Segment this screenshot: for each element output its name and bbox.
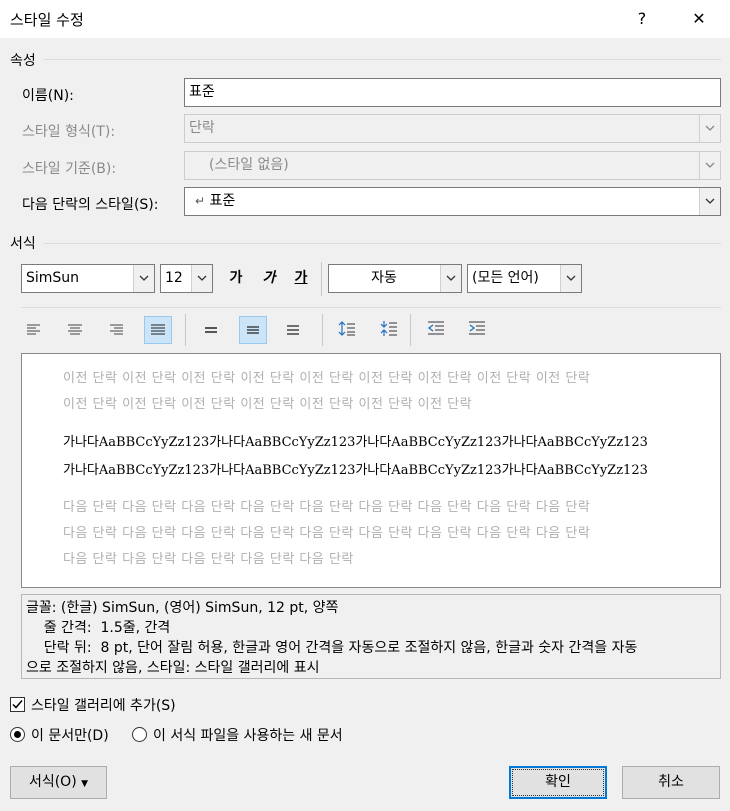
- italic-button[interactable]: 가: [257, 265, 281, 291]
- formatting-section-label: 서식: [10, 236, 36, 252]
- preview-prev-line: 이전 단락 이전 단락 이전 단락 이전 단락 이전 단락 이전 단락 이전 단…: [63, 397, 473, 412]
- description-line: 줄 간격: 1.5줄, 간격: [26, 620, 171, 636]
- language-value: (모든 언어): [472, 270, 539, 286]
- font-size-select[interactable]: 12: [160, 264, 213, 293]
- toolbar-row-divider: [21, 307, 721, 308]
- chevron-down-icon: [699, 152, 720, 179]
- close-button[interactable]: ✕: [684, 6, 714, 32]
- justify-icon: [151, 324, 165, 335]
- dialog-title: 스타일 수정: [10, 11, 84, 29]
- name-label: 이름(N):: [22, 88, 74, 104]
- double-spacing-icon: [287, 325, 299, 335]
- next-style-value: 표준: [209, 193, 236, 209]
- double-spacing-button[interactable]: [279, 316, 307, 344]
- based-on-label: 스타일 기준(B):: [22, 161, 117, 177]
- help-button[interactable]: ?: [627, 6, 657, 32]
- font-size-value: 12: [165, 270, 183, 286]
- underline-button[interactable]: 가: [289, 265, 313, 291]
- single-spacing-icon: [205, 327, 217, 333]
- chevron-down-icon[interactable]: [191, 265, 212, 292]
- align-left-button[interactable]: [20, 316, 48, 344]
- font-value: SimSun: [26, 270, 80, 286]
- increase-indent-icon: [469, 321, 485, 335]
- font-color-value: 자동: [371, 270, 397, 286]
- space-before-icon: [338, 321, 355, 336]
- based-on-select: (스타일 없음): [184, 151, 721, 180]
- align-left-icon: [27, 324, 40, 335]
- description-line: 글꼴: (한글) SimSun, (영어) SimSun, 12 pt, 양쪽: [26, 600, 339, 616]
- style-type-label: 스타일 형식(T):: [22, 124, 116, 140]
- chevron-down-icon[interactable]: [699, 188, 720, 215]
- one-half-spacing-icon: [247, 326, 259, 334]
- one-half-spacing-button[interactable]: [239, 316, 267, 344]
- description-line: 단락 뒤: 8 pt, 단어 잘림 허용, 한글과 영어 간격을 자동으로 조절…: [26, 640, 638, 656]
- add-to-gallery-label[interactable]: 스타일 갤러리에 추가(S): [31, 695, 176, 715]
- next-style-select[interactable]: ↵ 표준: [184, 187, 721, 216]
- properties-divider: [44, 59, 721, 60]
- chevron-down-icon[interactable]: [133, 265, 154, 292]
- font-select[interactable]: SimSun: [21, 264, 155, 293]
- preview-prev-line: 이전 단락 이전 단락 이전 단락 이전 단락 이전 단락 이전 단락 이전 단…: [63, 371, 591, 386]
- increase-indent-button[interactable]: [464, 316, 492, 344]
- style-preview: 이전 단락 이전 단락 이전 단락 이전 단락 이전 단락 이전 단락 이전 단…: [21, 353, 721, 588]
- toolbar-divider: [410, 314, 411, 346]
- align-center-icon: [68, 324, 82, 335]
- checkmark-icon: [12, 700, 23, 709]
- space-after-button[interactable]: [376, 316, 404, 344]
- focus-ring: [512, 769, 604, 796]
- space-before-button[interactable]: [334, 316, 362, 344]
- preview-sample-line: 가나다AaBBCcYyZz123가나다AaBBCcYyZz123가나다AaBBC…: [63, 435, 648, 450]
- preview-next-line: 다음 단락 다음 단락 다음 단락 다음 단락 다음 단락 다음 단락 다음 단…: [63, 526, 591, 541]
- cancel-button[interactable]: 취소: [622, 766, 720, 799]
- space-after-icon: [380, 321, 397, 336]
- align-right-icon: [110, 324, 123, 335]
- preview-next-line: 다음 단락 다음 단락 다음 단락 다음 단락 다음 단락: [63, 552, 354, 567]
- toolbar-divider: [322, 314, 323, 346]
- style-description: 글꼴: (한글) SimSun, (영어) SimSun, 12 pt, 양쪽 …: [21, 594, 721, 679]
- format-menu-button[interactable]: 서식(O) ▼: [10, 766, 107, 799]
- add-to-gallery-checkbox[interactable]: [10, 697, 25, 712]
- only-this-doc-radio[interactable]: [10, 727, 25, 742]
- language-select[interactable]: (모든 언어): [467, 264, 582, 293]
- caret-down-icon: ▼: [81, 779, 89, 789]
- chevron-down-icon: [699, 115, 720, 142]
- single-spacing-button[interactable]: [197, 316, 225, 344]
- chevron-down-icon[interactable]: [560, 265, 581, 292]
- style-type-select: 단락: [184, 114, 721, 143]
- style-type-value: 단락: [189, 120, 215, 136]
- title-bar: 스타일 수정 ? ✕: [0, 0, 730, 38]
- description-line: 으로 조절하지 않음, 스타일: 스타일 갤러리에 표시: [26, 660, 320, 676]
- decrease-indent-icon: [427, 321, 444, 335]
- decrease-indent-button[interactable]: [423, 316, 451, 344]
- ok-button[interactable]: 확인: [509, 766, 607, 799]
- toolbar-divider: [321, 262, 322, 296]
- align-center-button[interactable]: [61, 316, 89, 344]
- new-docs-label[interactable]: 이 서식 파일을 사용하는 새 문서: [153, 725, 343, 745]
- based-on-value: (스타일 없음): [209, 157, 289, 173]
- name-input[interactable]: 표준: [184, 78, 721, 107]
- properties-section-label: 속성: [10, 53, 36, 69]
- preview-next-line: 다음 단락 다음 단락 다음 단락 다음 단락 다음 단락 다음 단락 다음 단…: [63, 500, 591, 515]
- preview-sample-line: 가나다AaBBCcYyZz123가나다AaBBCcYyZz123가나다AaBBC…: [63, 463, 648, 478]
- formatting-divider: [44, 243, 721, 244]
- cancel-button-label: 취소: [658, 774, 684, 790]
- toolbar-divider: [185, 314, 186, 346]
- only-this-doc-label[interactable]: 이 문서만(D): [31, 725, 109, 745]
- next-style-label: 다음 단락의 스타일(S):: [22, 197, 159, 213]
- paragraph-mark-icon: ↵: [195, 194, 206, 208]
- align-right-button[interactable]: [102, 316, 130, 344]
- justify-button[interactable]: [144, 316, 172, 344]
- bold-button[interactable]: 가: [224, 265, 248, 291]
- font-color-select[interactable]: 자동: [328, 264, 462, 293]
- new-docs-radio[interactable]: [132, 727, 147, 742]
- format-button-label: 서식(O): [28, 774, 77, 790]
- chevron-down-icon[interactable]: [440, 265, 461, 292]
